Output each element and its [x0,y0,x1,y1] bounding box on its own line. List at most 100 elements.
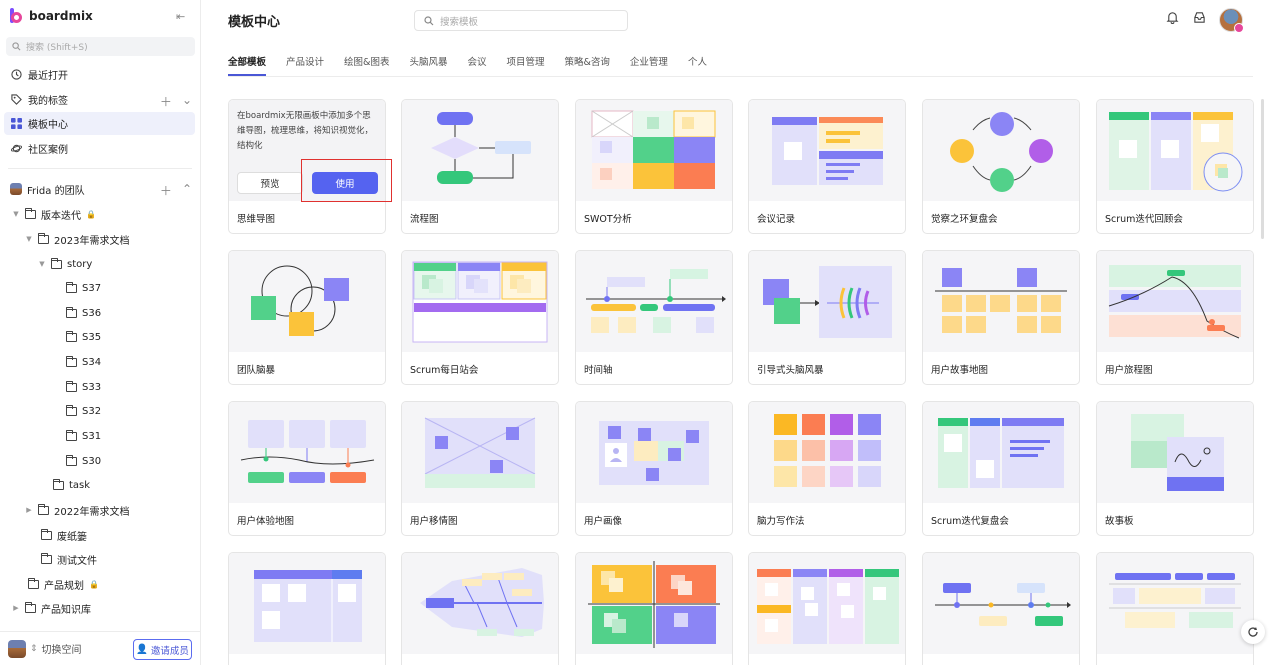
add-icon[interactable]: ＋ [160,182,172,199]
refresh-icon [1248,627,1258,637]
template-card-scrum-review[interactable]: Scrum迭代复盘会 [922,401,1080,536]
template-card-swot[interactable]: SWOT分析 [575,99,733,234]
quadrant-thumbnail [576,553,732,654]
tree-item-planning[interactable]: 产品规划 🔒 [28,573,99,595]
tree-item-s37[interactable]: S37 [66,277,101,299]
template-card-row4-3[interactable] [575,552,733,665]
nav-item-recent[interactable]: 最近打开 [4,63,195,86]
caret-right-icon[interactable]: ▶ [12,604,20,612]
tree-item-story[interactable]: ▼ story [38,253,92,275]
tree-item-2023-docs[interactable]: ▼ 2023年需求文档 [25,228,129,250]
logo[interactable]: boardmix [10,8,93,23]
tree-item-s35[interactable]: S35 [66,326,101,348]
invite-members-button[interactable]: 👤 邀请成员 [133,639,192,660]
swot-thumbnail [576,100,732,201]
nav-item-templates[interactable]: 模板中心 [4,112,195,135]
tree-item-version[interactable]: ▼ 版本迭代 🔒 [12,203,96,225]
template-card-row4-6[interactable] [1096,552,1254,665]
template-card-storyboard[interactable]: 故事板 [1096,401,1254,536]
template-card-awareness-cycle[interactable]: 觉察之环复盘会 [922,99,1080,234]
folder-icon [66,355,77,367]
template-card-guided-brainstorm[interactable]: 引导式头脑风暴 [748,250,906,385]
bell-icon[interactable] [1166,11,1179,24]
template-name: Scrum迭代回顾会 [1105,214,1183,225]
planet-icon [11,144,22,153]
template-card-scrum-standup[interactable]: Scrum每日站会 [401,250,559,385]
tree-item-s34[interactable]: S34 [66,351,101,373]
tabs-divider [228,76,1253,77]
search-icon [424,15,434,25]
tree-item-s33[interactable]: S33 [66,376,101,398]
invite-label: 邀请成员 [150,645,189,657]
nav-item-community[interactable]: 社区案例 [4,137,195,160]
caret-down-icon[interactable]: ▼ [38,260,46,268]
user-avatar[interactable] [1219,8,1244,33]
tree-item-s32[interactable]: S32 [66,400,101,422]
tree-item-task[interactable]: task [53,474,90,496]
sidebar-search-placeholder: 搜索 (Shift+S) [26,43,88,53]
tree-item-s36[interactable]: S36 [66,302,101,324]
template-card-flowchart[interactable]: 流程图 [401,99,559,234]
add-tag-icon[interactable]: ＋ [160,93,172,110]
caret-down-icon[interactable]: ▼ [25,235,33,243]
tab-brainstorm[interactable]: 头脑风暴 [409,54,447,76]
tree-item-knowledge[interactable]: ▶ 产品知识库 [12,597,91,619]
template-card-row4-1[interactable] [228,552,386,665]
tab-all[interactable]: 全部模板 [228,54,267,76]
template-card-team-brainstorm[interactable]: 团队脑暴 [228,250,386,385]
collapse-sidebar-icon[interactable]: ⇤ [176,10,185,23]
tree-item-label: 废纸篓 [57,531,87,543]
journey-map-thumbnail [1097,251,1253,352]
search-icon [12,42,21,51]
template-card-brainwriting[interactable]: 脑力写作法 [748,401,906,536]
template-card-row4-5[interactable] [922,552,1080,665]
template-card-scrum-retro[interactable]: Scrum迭代回顾会 [1096,99,1254,234]
template-card-journey-map[interactable]: 用户旅程图 [1096,250,1254,385]
template-card-timeline[interactable]: 时间轴 [575,250,733,385]
caret-right-icon[interactable]: ▶ [25,506,33,514]
tab-strategy[interactable]: 策略&咨询 [565,54,610,76]
tree-item-label: story [67,258,93,270]
workspace-avatar[interactable] [8,639,26,658]
tab-drawing-charts[interactable]: 绘图&图表 [344,54,389,76]
tab-meeting[interactable]: 会议 [467,54,486,76]
tree-item-2022-docs[interactable]: ▶ 2022年需求文档 [25,499,129,521]
nav-item-label: 我的标签 [28,96,68,107]
team-header[interactable]: Frida 的团队 [10,178,85,200]
template-card-empathy-map[interactable]: 用户移情图 [401,401,559,536]
tab-personal[interactable]: 个人 [688,54,707,76]
tree-item-label: 测试文件 [57,555,97,567]
inbox-icon[interactable] [1193,11,1206,24]
template-card-row4-2[interactable] [401,552,559,665]
template-search-input[interactable]: 搜索模板 [414,10,628,31]
use-template-button[interactable]: 使用 [312,172,378,194]
chevron-down-icon[interactable]: ⌄ [182,93,192,110]
tree-item-trash[interactable]: 废纸篓 [41,524,87,546]
scrollbar[interactable] [1261,99,1264,239]
template-card-persona[interactable]: 用户画像 [575,401,733,536]
folder-icon [53,478,64,490]
table-thumbnail [229,553,385,654]
tree-item-label: S37 [82,282,102,294]
refresh-help-button[interactable] [1241,620,1265,644]
tab-enterprise[interactable]: 企业管理 [630,54,668,76]
template-card-row4-4[interactable] [748,552,906,665]
tab-product-design[interactable]: 产品设计 [286,54,324,76]
preview-button[interactable]: 预览 [237,172,303,194]
template-card-story-map[interactable]: 用户故事地图 [922,250,1080,385]
tree-item-s31[interactable]: S31 [66,425,101,447]
folder-icon [25,601,36,613]
switch-space-label[interactable]: 切换空间 [42,641,82,656]
template-card-meeting-notes[interactable]: 会议记录 [748,99,906,234]
tree-item-s30[interactable]: S30 [66,450,101,472]
chevron-up-icon[interactable]: ⌃ [182,182,192,199]
template-name: 用户体验地图 [237,516,295,527]
template-card-mindmap[interactable]: 在boardmix无限画板中添加多个思维导图，梳理思维，将知识视觉化，结构化 预… [228,99,386,234]
tree-item-label: S34 [82,356,102,368]
caret-down-icon[interactable]: ▼ [12,210,20,218]
empathy-map-thumbnail [402,402,558,503]
tab-project-management[interactable]: 项目管理 [506,54,544,76]
template-card-ux-map[interactable]: 用户体验地图 [228,401,386,536]
sidebar-search-input[interactable]: 搜索 (Shift+S) [6,37,195,56]
tree-item-test[interactable]: 测试文件 [41,548,97,570]
